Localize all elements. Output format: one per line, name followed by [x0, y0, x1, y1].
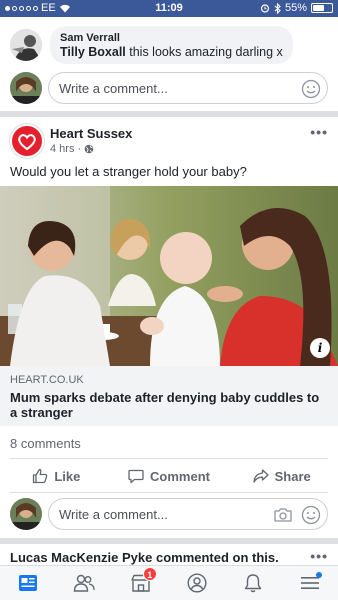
friends-icon — [74, 574, 96, 592]
thumbs-up-icon — [33, 468, 48, 484]
meta-separator: · — [77, 143, 82, 155]
activity-line: Lucas MacKenzie Pyke commented on this. … — [10, 548, 328, 565]
battery-percent: 55% — [284, 2, 307, 14]
globe-icon — [84, 144, 94, 154]
comment-label: Comment — [150, 468, 210, 484]
comment-input-placeholder: Write a comment... — [59, 80, 168, 96]
like-label: Like — [54, 468, 81, 484]
notifications-bell-icon — [245, 574, 262, 593]
tab-menu[interactable] — [282, 566, 338, 600]
comment-input[interactable]: Write a comment... — [48, 498, 328, 530]
tab-marketplace[interactable]: 1 — [113, 566, 169, 600]
comment-icon — [128, 469, 144, 484]
tagged-user[interactable]: Tilly Boxall — [60, 45, 126, 59]
divider — [10, 492, 328, 493]
feed-separator — [0, 111, 338, 117]
commenter-avatar[interactable] — [10, 29, 42, 61]
write-comment-row: Write a comment... — [10, 497, 328, 531]
profile-icon — [187, 573, 207, 593]
share-icon — [252, 469, 269, 483]
status-bar: EE 11:09 55% — [0, 0, 338, 17]
heart-logo[interactable] — [10, 124, 44, 158]
tab-notifications[interactable] — [225, 566, 281, 600]
photo-illustration — [0, 186, 338, 366]
alarm-icon — [260, 4, 270, 13]
emoji-icon[interactable] — [301, 79, 321, 99]
comment-input-placeholder: Write a comment... — [59, 506, 168, 522]
camera-icon[interactable] — [273, 505, 293, 525]
post-header: Heart Sussex 4 hrs · ••• — [10, 124, 328, 160]
feed-separator — [0, 538, 338, 544]
tab-news-feed[interactable] — [0, 566, 56, 600]
comment-body: Tilly Boxall this looks amazing darling … — [60, 45, 283, 59]
page-name[interactable]: Heart Sussex — [50, 126, 132, 141]
news-feed-icon — [19, 575, 38, 591]
comment-button[interactable]: Comment — [113, 462, 226, 490]
my-avatar — [10, 498, 42, 530]
my-avatar — [10, 72, 42, 104]
post-photo[interactable]: i — [0, 186, 338, 366]
like-button[interactable]: Like — [0, 462, 113, 490]
bluetooth-icon — [274, 2, 281, 14]
activity-text[interactable]: Lucas MacKenzie Pyke commented on this. — [10, 550, 279, 565]
battery-icon — [311, 3, 333, 13]
comment-input[interactable]: Write a comment... — [48, 72, 328, 104]
info-icon[interactable]: i — [310, 338, 330, 358]
status-right-group: 55% — [260, 2, 333, 14]
post-actions: Like Comment Share — [0, 462, 338, 490]
marketplace-badge: 1 — [142, 567, 157, 581]
tab-profile[interactable] — [169, 566, 225, 600]
comment-author[interactable]: Sam Verrall — [60, 31, 283, 45]
post-meta: 4 hrs · — [50, 143, 94, 155]
comment-bubble: Sam Verrall Tilly Boxall this looks amaz… — [50, 26, 293, 64]
emoji-icon[interactable] — [301, 505, 321, 525]
previous-comment: Sam Verrall Tilly Boxall this looks amaz… — [10, 26, 328, 64]
post-time[interactable]: 4 hrs — [50, 143, 74, 155]
post-text: Would you let a stranger hold your baby? — [10, 164, 247, 179]
divider — [10, 458, 328, 459]
link-domain: HEART.CO.UK — [10, 374, 84, 386]
tab-friends[interactable] — [56, 566, 112, 600]
link-title: Mum sparks debate after denying baby cud… — [10, 390, 320, 420]
bottom-tab-bar: 1 — [0, 565, 338, 600]
share-label: Share — [274, 468, 311, 484]
comment-text: this looks amazing darling x — [125, 45, 283, 59]
post-options-icon[interactable]: ••• — [310, 124, 328, 140]
write-comment-row: Write a comment... — [10, 71, 328, 105]
menu-notification-dot — [315, 572, 322, 578]
story-options-icon[interactable]: ••• — [310, 548, 328, 564]
link-preview[interactable]: HEART.CO.UK Mum sparks debate after deny… — [0, 366, 338, 426]
share-button[interactable]: Share — [225, 462, 338, 490]
comment-count[interactable]: 8 comments — [10, 436, 81, 451]
